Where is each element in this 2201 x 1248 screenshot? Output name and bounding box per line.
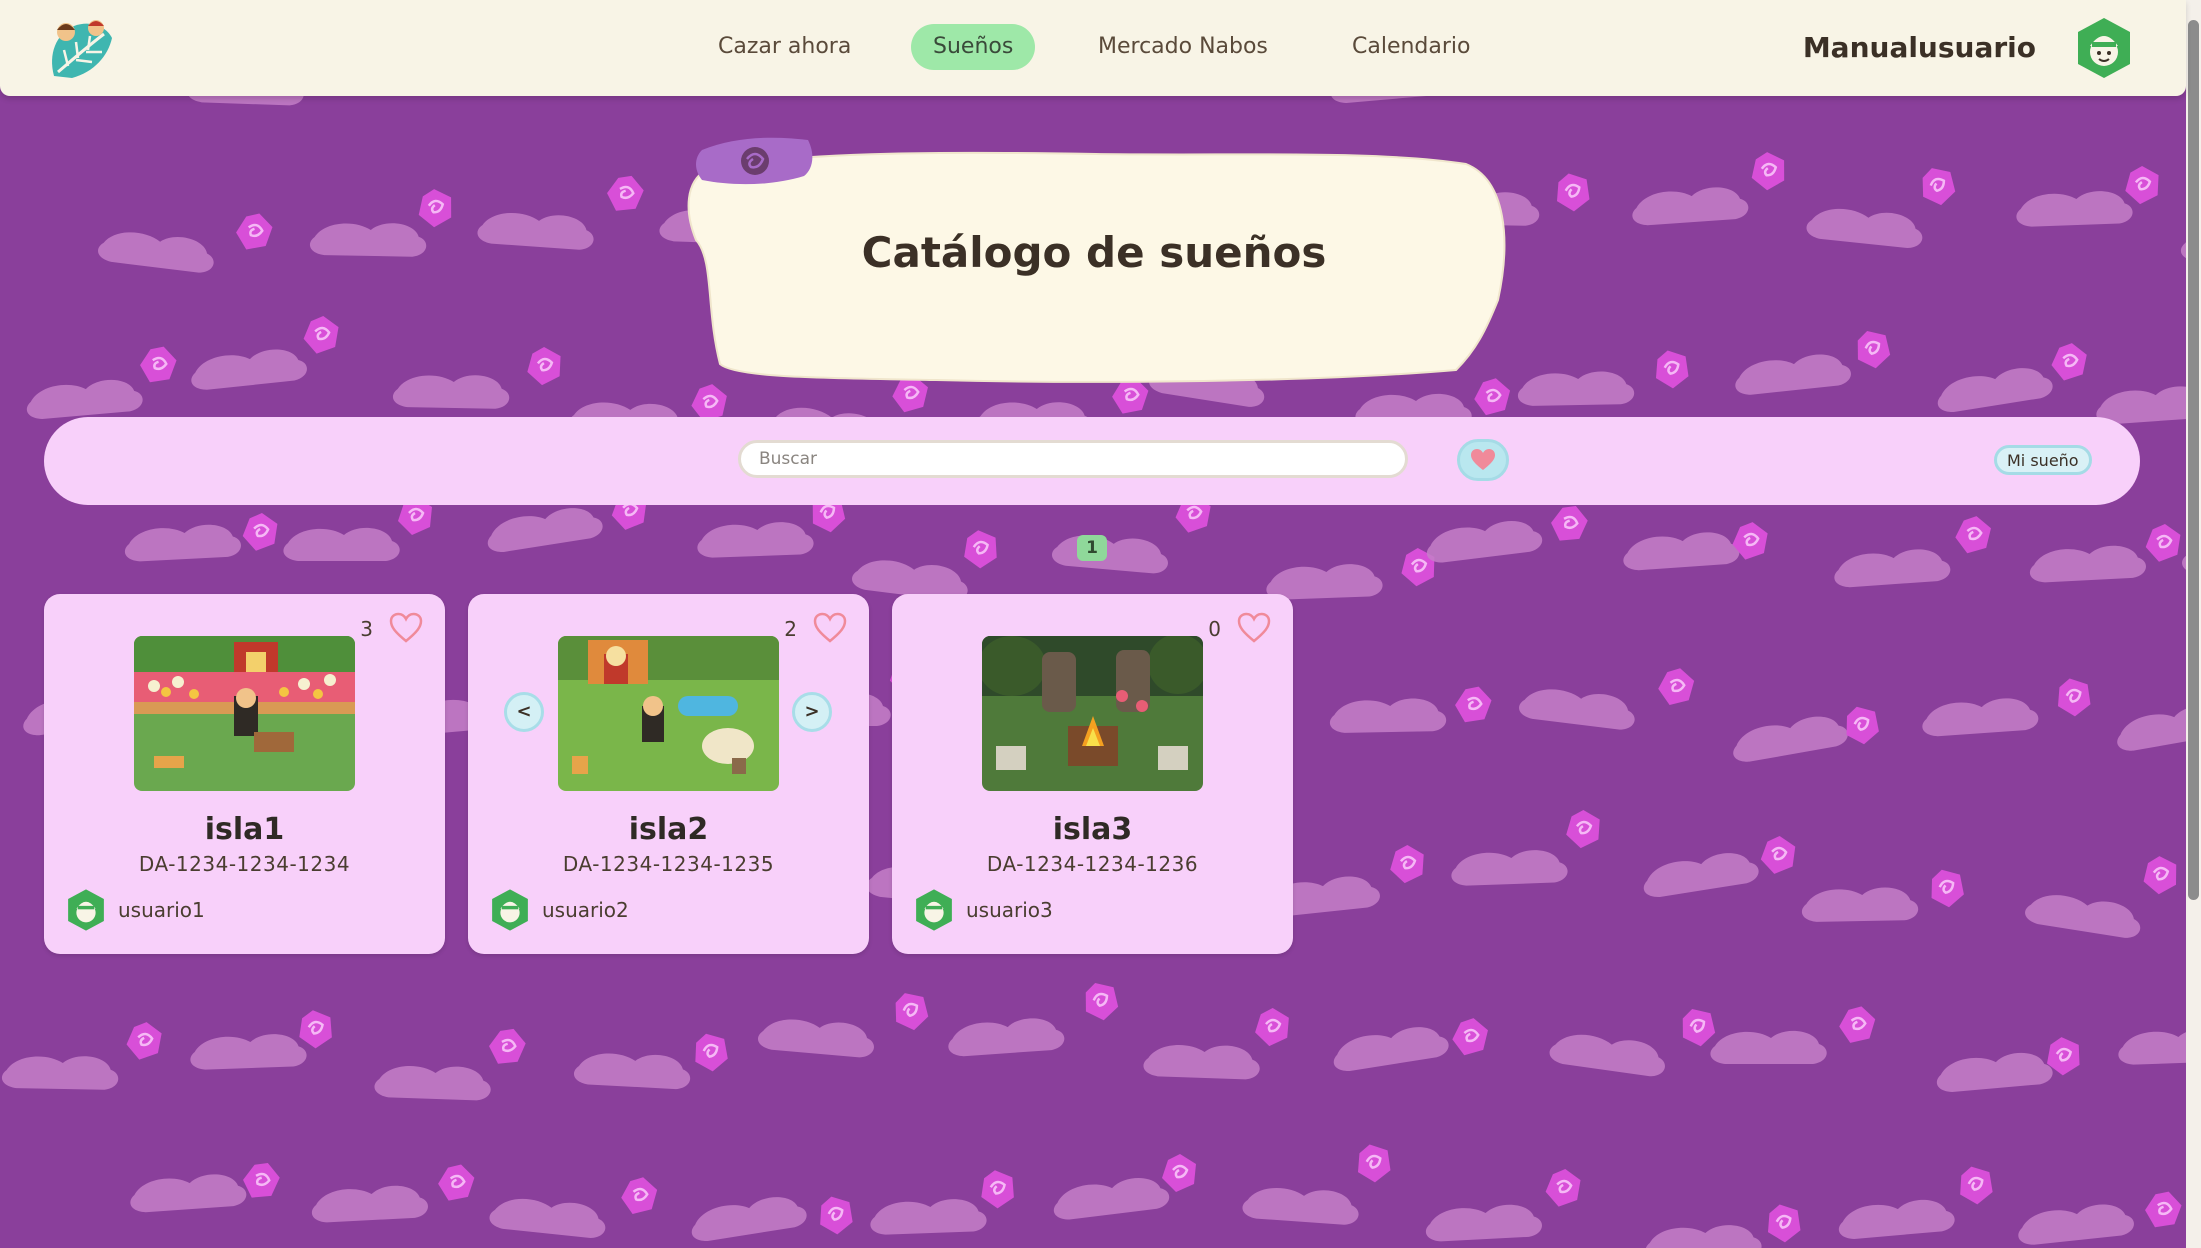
dream-code: DA-1234-1234-1234 <box>138 852 351 876</box>
username-label[interactable]: Manualusuario <box>1803 26 2036 70</box>
my-dream-button[interactable]: Mi sueño <box>1994 445 2092 475</box>
top-navbar: Cazar ahora Sueños Mercado Nabos Calenda… <box>0 0 2186 96</box>
island-name: isla2 <box>628 812 709 847</box>
dream-card[interactable]: 3 isla1 DA-1234-1234-1234 usuario1 <box>44 594 445 954</box>
dream-card[interactable]: 0 isla3 DA-1234-1234-1236 usuario3 <box>892 594 1293 954</box>
card-username[interactable]: usuario1 <box>118 896 205 924</box>
nav-item-cazar-ahora[interactable]: Cazar ahora <box>696 24 873 70</box>
scrollbar-thumb[interactable] <box>2188 20 2199 900</box>
next-image-button[interactable]: > <box>792 692 832 732</box>
likes-count: 0 <box>1208 617 1221 641</box>
prev-image-button[interactable]: < <box>504 692 544 732</box>
page-title: Catálogo de sueños <box>861 228 1327 277</box>
heart-outline-icon[interactable] <box>813 612 847 644</box>
dream-card[interactable]: 2 < > isla2 DA-1234-1234-1235 usuario2 <box>468 594 869 954</box>
heart-outline-icon[interactable] <box>1237 612 1271 644</box>
likes-count: 2 <box>784 617 797 641</box>
island-name: isla3 <box>1052 812 1133 847</box>
nav-item-suenos[interactable]: Sueños <box>911 24 1036 70</box>
leaf-logo-icon[interactable] <box>46 16 116 82</box>
pagination-page-1[interactable]: 1 <box>1077 535 1107 561</box>
user-avatar-icon[interactable] <box>2072 16 2136 80</box>
heart-outline-icon[interactable] <box>389 612 423 644</box>
island-image <box>982 636 1203 791</box>
dream-code: DA-1234-1234-1235 <box>562 852 775 876</box>
dream-code: DA-1234-1234-1236 <box>986 852 1199 876</box>
rose-tag <box>696 137 813 185</box>
search-input[interactable] <box>738 440 1408 478</box>
island-image <box>558 636 779 791</box>
island-image <box>134 636 355 791</box>
nav-item-calendario[interactable]: Calendario <box>1330 24 1493 70</box>
island-name: isla1 <box>204 812 285 847</box>
user-avatar-icon[interactable] <box>912 888 956 932</box>
user-avatar-icon[interactable] <box>64 888 108 932</box>
likes-count: 3 <box>360 617 373 641</box>
favorites-filter-button[interactable] <box>1457 439 1509 481</box>
user-avatar-icon[interactable] <box>488 888 532 932</box>
heart-icon <box>1471 449 1495 470</box>
rose-icon <box>741 147 769 175</box>
card-username[interactable]: usuario2 <box>542 896 629 924</box>
card-username[interactable]: usuario3 <box>966 896 1053 924</box>
nav-item-mercado-nabos[interactable]: Mercado Nabos <box>1076 24 1290 70</box>
